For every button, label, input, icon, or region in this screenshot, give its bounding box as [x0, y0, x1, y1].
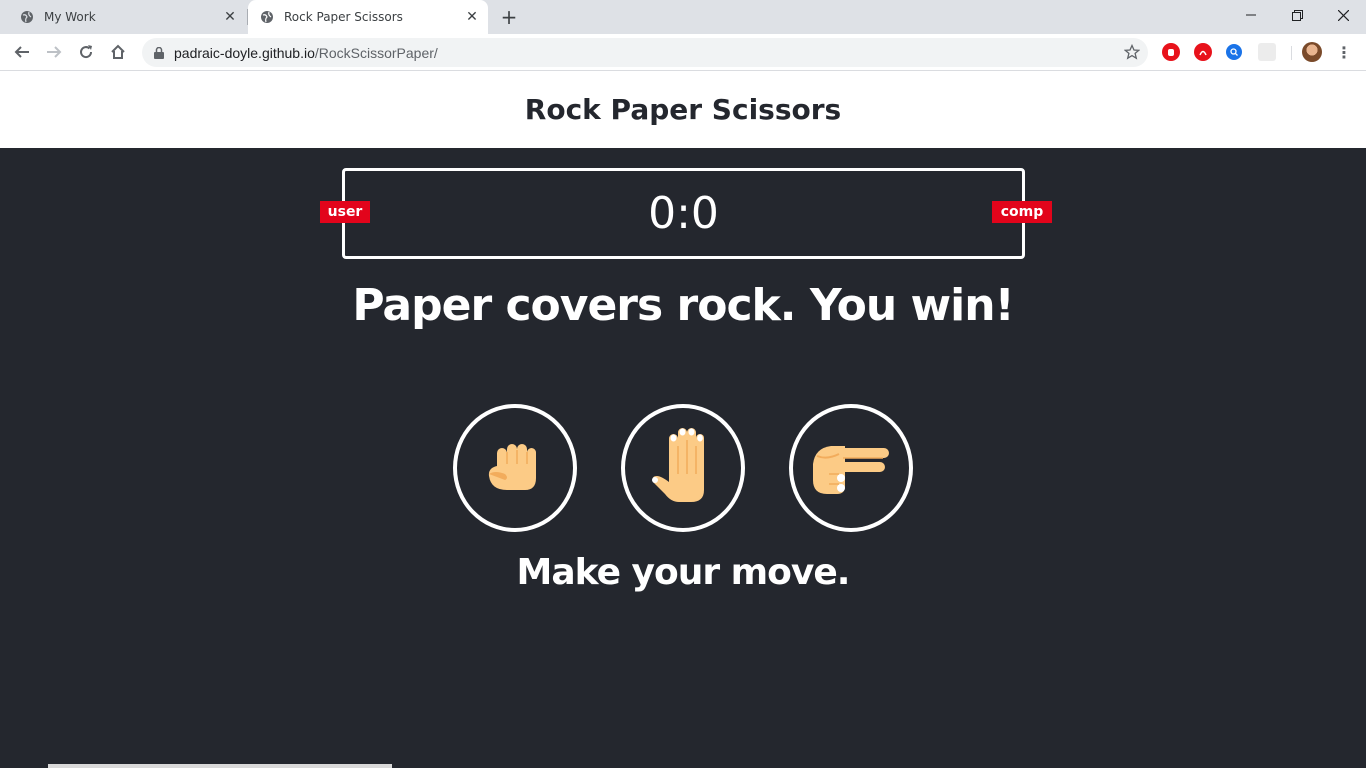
browser-toolbar: padraic-doyle.github.io/RockScissorPaper…: [0, 34, 1366, 71]
profile-avatar[interactable]: [1302, 42, 1322, 62]
restore-icon[interactable]: [1274, 0, 1320, 30]
minimize-icon[interactable]: [1228, 0, 1274, 30]
reload-icon[interactable]: [72, 38, 100, 66]
scissors-choice-button[interactable]: [789, 404, 913, 532]
tab-title: Rock Paper Scissors: [284, 10, 403, 24]
rock-choice-button[interactable]: [453, 404, 577, 532]
url-host: padraic-doyle.github.io: [174, 44, 315, 61]
score-display: 0:0: [648, 188, 719, 239]
url-path: /RockScissorPaper/: [314, 44, 438, 61]
scissors-hand-icon: [809, 434, 893, 502]
extension-placeholder-icon[interactable]: [1258, 43, 1276, 61]
home-icon[interactable]: [104, 38, 132, 66]
adobe-extension-icon[interactable]: [1194, 43, 1212, 61]
move-prompt: Make your move.: [516, 552, 851, 593]
back-arrow-icon[interactable]: [8, 38, 36, 66]
scoreboard: 0:0: [342, 168, 1025, 259]
tab-title: My Work: [44, 10, 96, 24]
kebab-menu-icon[interactable]: ⋮: [1334, 42, 1354, 62]
page-header: Rock Paper Scissors: [0, 71, 1366, 148]
browser-tab-strip: My Work ✕ Rock Paper Scissors ✕ +: [0, 0, 1366, 34]
forward-arrow-icon[interactable]: [40, 38, 68, 66]
game-area: 0:0 user comp Paper covers rock. You win…: [0, 148, 1366, 768]
rock-hand-icon: [483, 434, 547, 502]
lock-icon: [154, 46, 164, 59]
window-close-icon[interactable]: [1320, 0, 1366, 30]
tab-rock-paper-scissors[interactable]: Rock Paper Scissors ✕: [248, 0, 488, 34]
globe-icon: [260, 10, 274, 24]
ublock-extension-icon[interactable]: [1162, 43, 1180, 61]
bookmark-star-icon[interactable]: [1124, 44, 1140, 60]
search-extension-icon[interactable]: [1226, 44, 1242, 60]
close-icon[interactable]: ✕: [462, 7, 482, 27]
page-title: Rock Paper Scissors: [524, 93, 842, 126]
user-badge: user: [320, 201, 370, 223]
url-text: padraic-doyle.github.io/RockScissorPaper…: [174, 45, 438, 61]
paper-hand-icon: [647, 424, 719, 512]
globe-icon: [20, 10, 34, 24]
address-bar[interactable]: padraic-doyle.github.io/RockScissorPaper…: [142, 38, 1148, 67]
tab-my-work[interactable]: My Work ✕: [8, 0, 246, 34]
result-message: Paper covers rock. You win!: [352, 280, 1014, 331]
toolbar-separator: [1291, 46, 1292, 60]
new-tab-plus-icon[interactable]: +: [498, 5, 520, 29]
close-icon[interactable]: ✕: [220, 7, 240, 27]
paper-choice-button[interactable]: [621, 404, 745, 532]
bottom-scroll-indicator: [48, 764, 392, 768]
comp-badge: comp: [992, 201, 1052, 223]
